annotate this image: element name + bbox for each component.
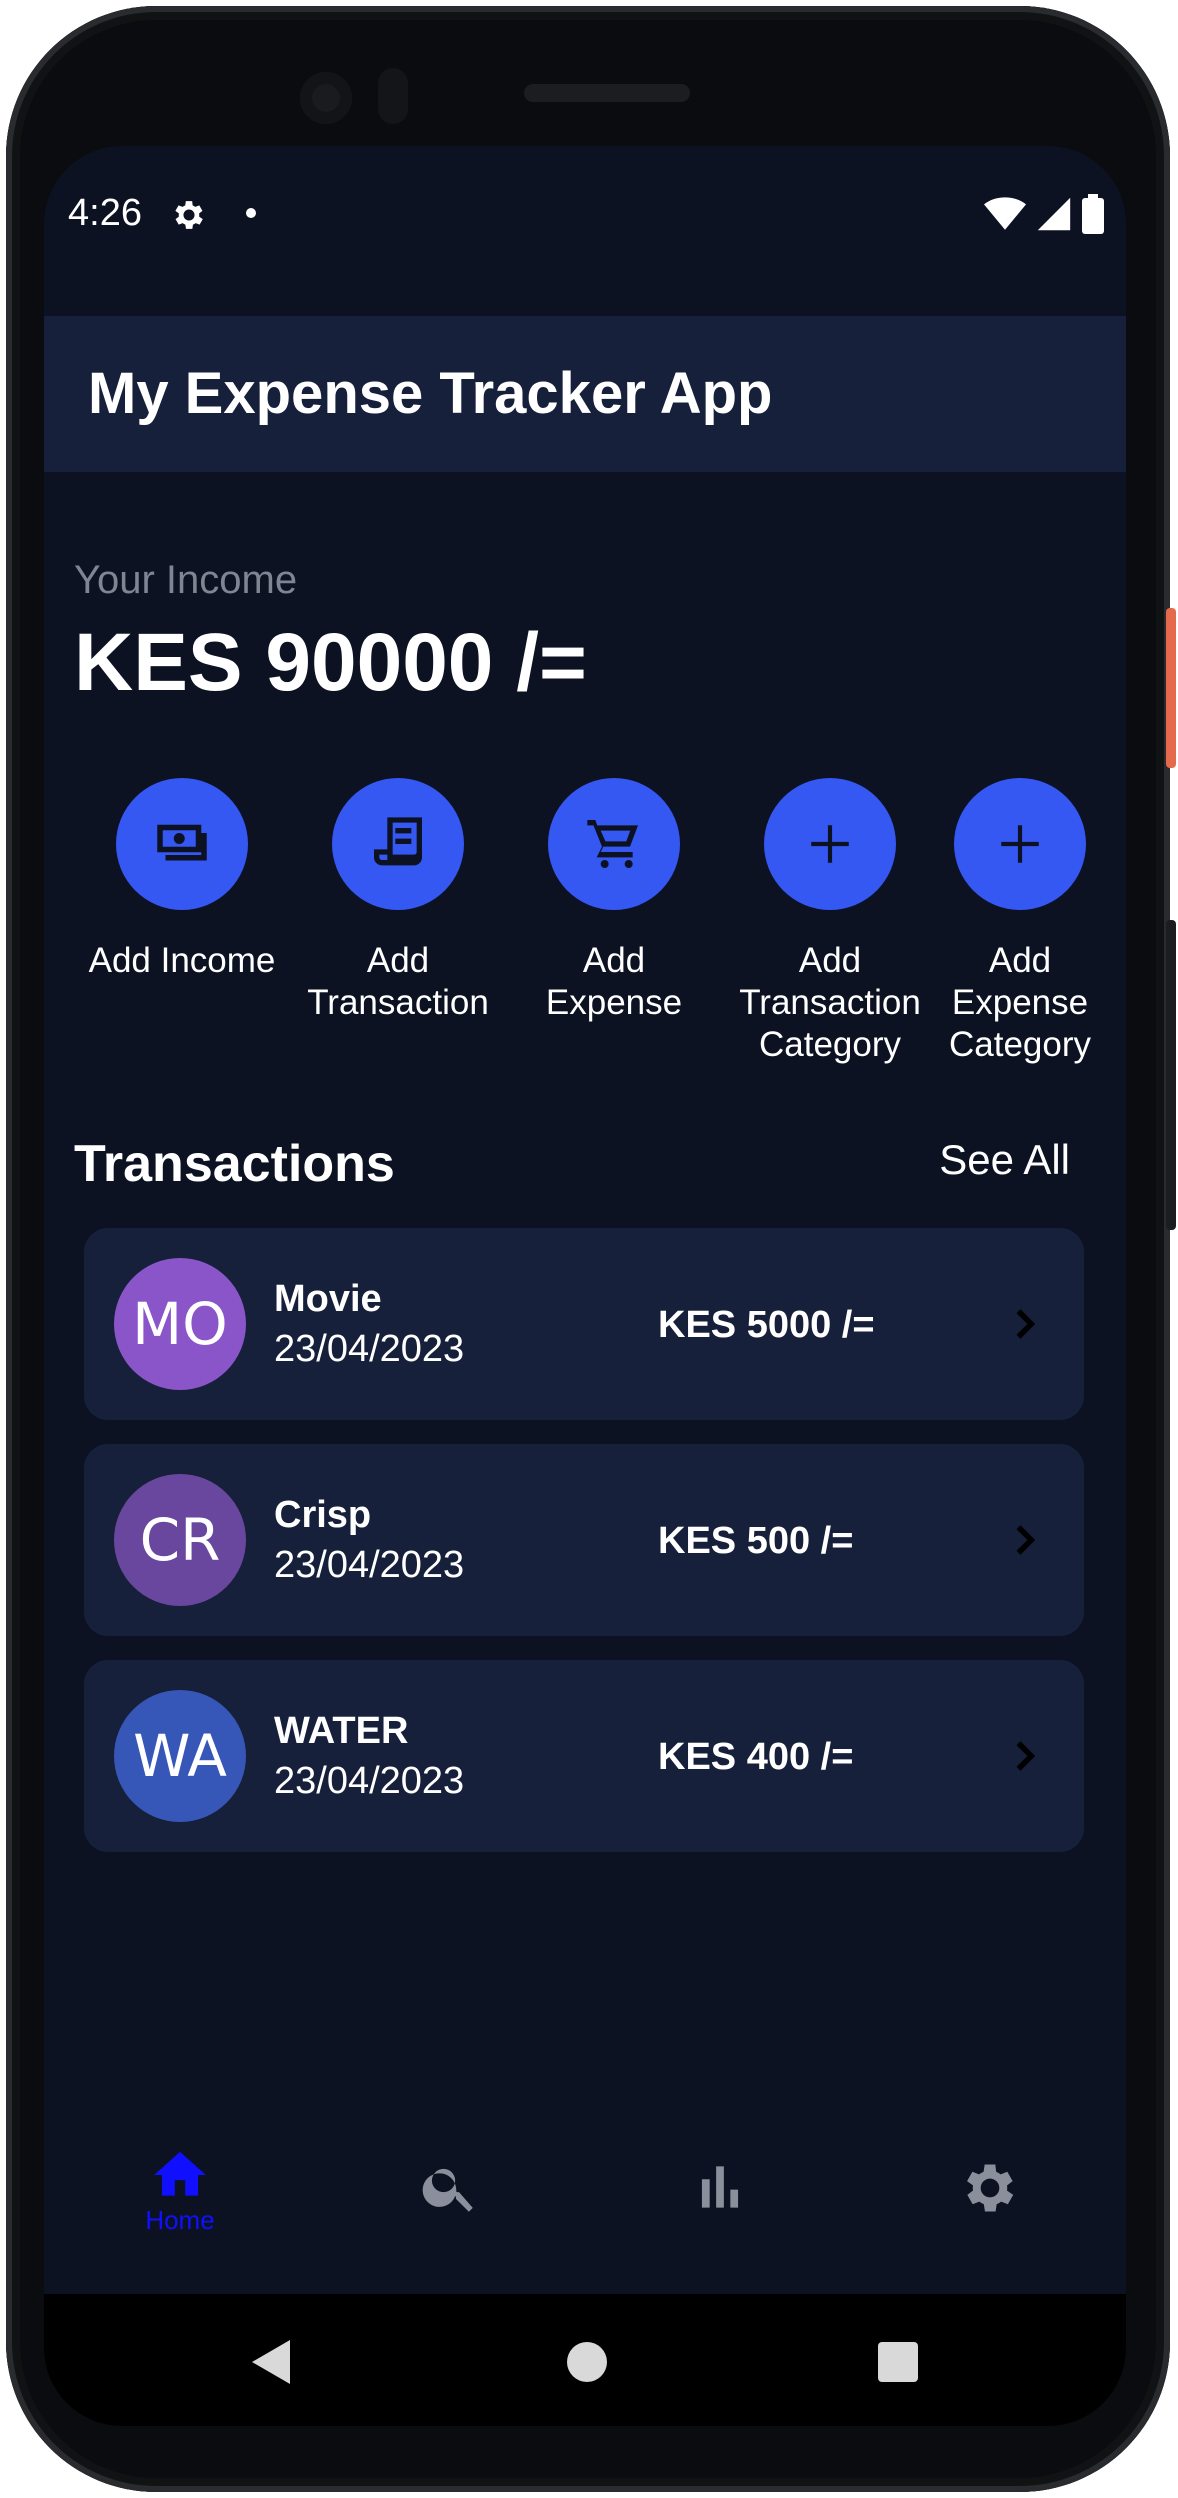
- nav-settings[interactable]: [910, 2156, 1070, 2225]
- proximity-sensor: [378, 68, 408, 124]
- settings-status-icon: [175, 201, 203, 229]
- add-transaction-label: Add Transaction: [307, 941, 489, 1022]
- nav-search[interactable]: [370, 2156, 530, 2223]
- transaction-row[interactable]: CR Crisp 23/04/2023 KES 500 /=: [84, 1444, 1084, 1636]
- app-title: My Expense Tracker App: [88, 361, 773, 426]
- wifi-icon: [984, 197, 1026, 230]
- volume-button: [1166, 920, 1176, 1230]
- notification-dot-icon: [246, 208, 256, 218]
- transaction-name: Movie: [274, 1278, 382, 1320]
- chevron-right-icon: [1016, 1741, 1036, 1771]
- gear-icon: [967, 2164, 1014, 2212]
- add-income-button[interactable]: Add Income: [82, 778, 282, 982]
- receipt-icon: [374, 817, 422, 866]
- cell-signal-icon: [1037, 197, 1071, 231]
- money-icon: [157, 824, 207, 861]
- transaction-amount: KES 400 /=: [658, 1736, 854, 1778]
- avatar: WA: [114, 1690, 246, 1822]
- earpiece-speaker: [524, 84, 690, 102]
- transaction-date: 23/04/2023: [274, 1760, 465, 1802]
- home-system-icon[interactable]: [565, 2340, 609, 2384]
- home-icon: [154, 2151, 206, 2196]
- back-icon[interactable]: [250, 2338, 294, 2386]
- see-all-link[interactable]: See All: [939, 1136, 1070, 1184]
- avatar: MO: [114, 1258, 246, 1390]
- add-transaction-button[interactable]: Add Transaction: [298, 778, 498, 1024]
- transaction-date: 23/04/2023: [274, 1544, 465, 1586]
- transaction-name: Crisp: [274, 1494, 372, 1536]
- transactions-heading: Transactions: [74, 1135, 395, 1193]
- transaction-row[interactable]: WA WATER 23/04/2023 KES 400 /=: [84, 1660, 1084, 1852]
- status-bar: 4:26: [44, 188, 1126, 238]
- plus-icon: [1001, 825, 1039, 863]
- app-screen: 4:26 My Expense Tracker App Your Income …: [44, 146, 1126, 2426]
- transaction-row[interactable]: MO Movie 23/04/2023 KES 5000 /=: [84, 1228, 1084, 1420]
- add-income-label: Add Income: [88, 941, 276, 980]
- bottom-navigation: Home: [44, 2144, 1126, 2294]
- app-bar: My Expense Tracker App: [44, 316, 1126, 472]
- add-expense-button[interactable]: Add Expense: [514, 778, 714, 1024]
- nav-home-label: Home: [145, 2205, 215, 2235]
- add-transaction-category-label: Add Transaction Category: [739, 941, 921, 1064]
- quick-actions: Add Income Add Transaction Add Expense A…: [44, 778, 1126, 1064]
- avatar: CR: [114, 1474, 246, 1606]
- status-time: 4:26: [68, 192, 142, 234]
- add-transaction-category-button[interactable]: Add Transaction Category: [730, 778, 930, 1066]
- battery-icon: [1082, 194, 1104, 234]
- plus-icon: [811, 825, 849, 863]
- front-camera: [300, 72, 352, 124]
- transaction-amount: KES 500 /=: [658, 1520, 854, 1562]
- cart-icon: [587, 820, 638, 868]
- system-navigation-bar: [44, 2294, 1126, 2426]
- recents-icon[interactable]: [876, 2340, 920, 2384]
- bar-chart-icon: [701, 2166, 739, 2208]
- transaction-name: WATER: [274, 1710, 409, 1752]
- transaction-amount: KES 5000 /=: [658, 1304, 875, 1346]
- search-icon: [422, 2168, 473, 2212]
- nav-home[interactable]: Home: [100, 2144, 260, 2236]
- add-expense-label: Add Expense: [545, 941, 683, 1022]
- status-indicators: [984, 194, 1104, 234]
- power-button: [1166, 608, 1176, 768]
- add-expense-category-label: Add Expense Category: [948, 941, 1092, 1064]
- add-expense-category-button[interactable]: Add Expense Category: [920, 778, 1120, 1066]
- income-value: KES 90000 /=: [74, 617, 587, 708]
- nav-statistics[interactable]: [640, 2156, 800, 2223]
- chevron-right-icon: [1016, 1309, 1036, 1339]
- chevron-right-icon: [1016, 1525, 1036, 1555]
- transaction-date: 23/04/2023: [274, 1328, 465, 1370]
- income-label: Your Income: [74, 558, 298, 602]
